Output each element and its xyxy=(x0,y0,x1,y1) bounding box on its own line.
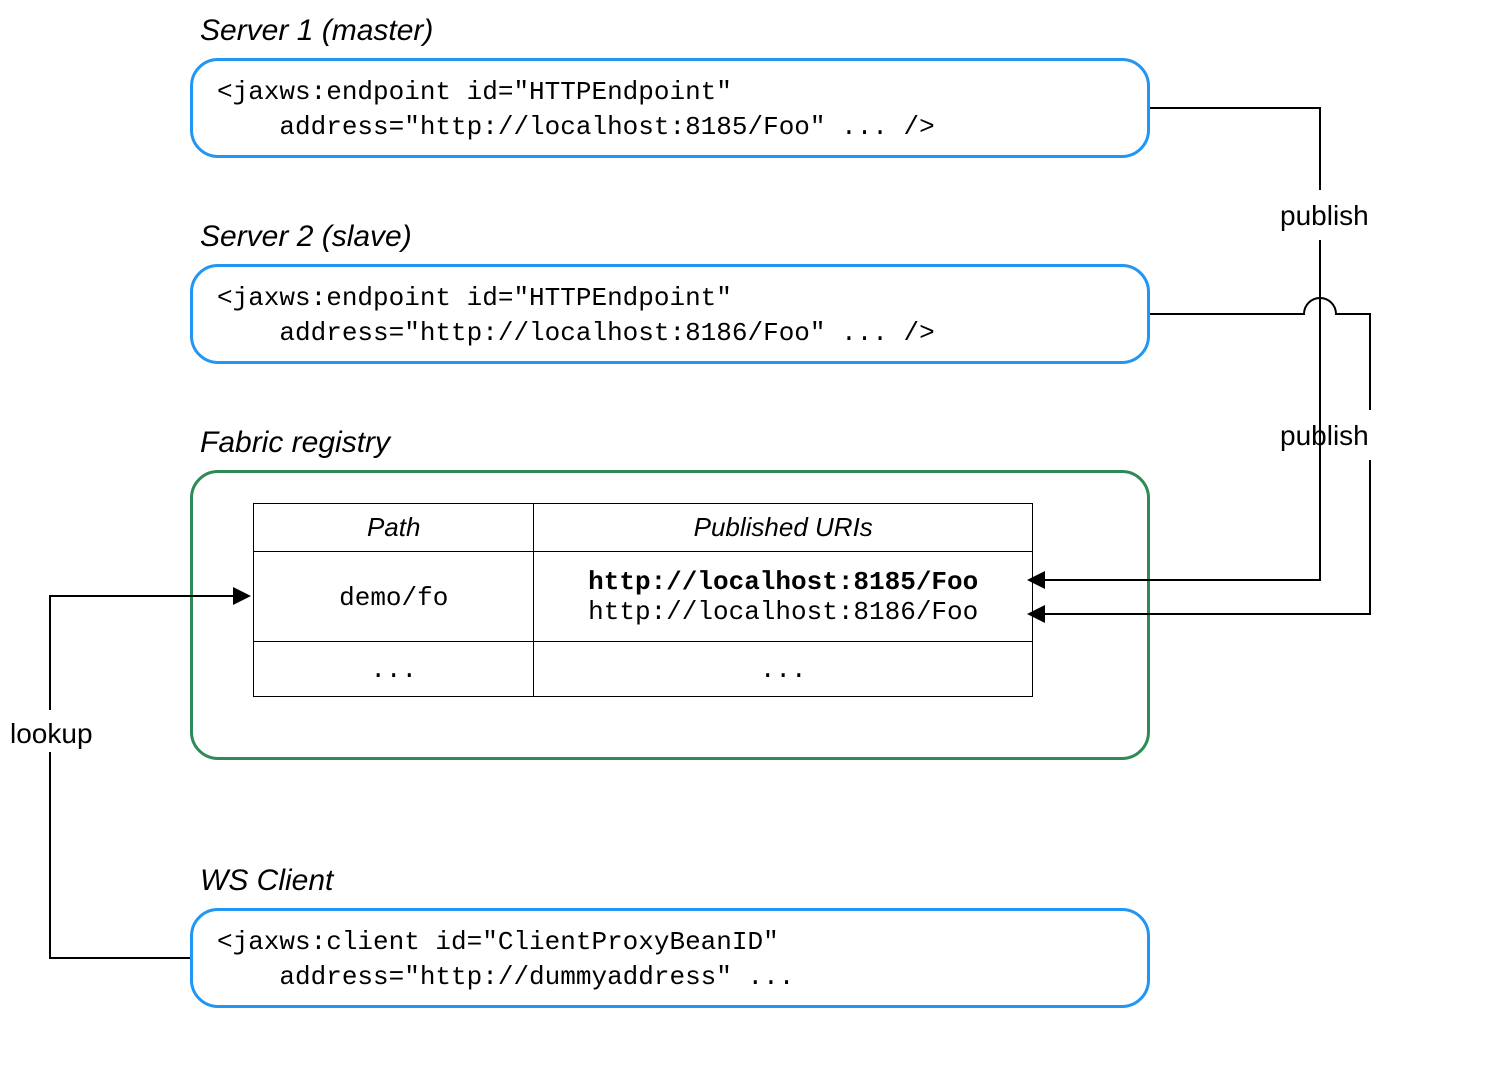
client-code: <jaxws:client id="ClientProxyBeanID" add… xyxy=(193,911,1147,1009)
client-title: WS Client xyxy=(200,864,333,898)
registry-box: Path Published URIs demo/fo http://local… xyxy=(190,470,1150,760)
registry-row2-path: ... xyxy=(370,655,417,685)
server2-box: <jaxws:endpoint id="HTTPEndpoint" addres… xyxy=(190,264,1150,364)
server1-box: <jaxws:endpoint id="HTTPEndpoint" addres… xyxy=(190,58,1150,158)
publish-label-2: publish xyxy=(1280,420,1369,452)
table-row: demo/fo http://localhost:8185/Foo http:/… xyxy=(254,552,1033,642)
registry-row1-uri1: http://localhost:8185/Foo xyxy=(546,567,1020,597)
server2-title: Server 2 (slave) xyxy=(200,220,412,254)
registry-row1-uri2: http://localhost:8186/Foo xyxy=(546,597,1020,627)
registry-table: Path Published URIs demo/fo http://local… xyxy=(253,503,1033,697)
lookup-label: lookup xyxy=(10,718,93,750)
client-box: <jaxws:client id="ClientProxyBeanID" add… xyxy=(190,908,1150,1008)
registry-title: Fabric registry xyxy=(200,426,390,460)
registry-header-path: Path xyxy=(254,504,534,552)
registry-row1-path: demo/fo xyxy=(339,583,448,613)
server1-title: Server 1 (master) xyxy=(200,14,433,48)
publish-label-1: publish xyxy=(1280,200,1369,232)
registry-header-uris: Published URIs xyxy=(534,504,1033,552)
registry-row2-uris: ... xyxy=(760,655,807,685)
server1-code: <jaxws:endpoint id="HTTPEndpoint" addres… xyxy=(193,61,1147,159)
server2-code: <jaxws:endpoint id="HTTPEndpoint" addres… xyxy=(193,267,1147,365)
table-row: ... ... xyxy=(254,642,1033,697)
